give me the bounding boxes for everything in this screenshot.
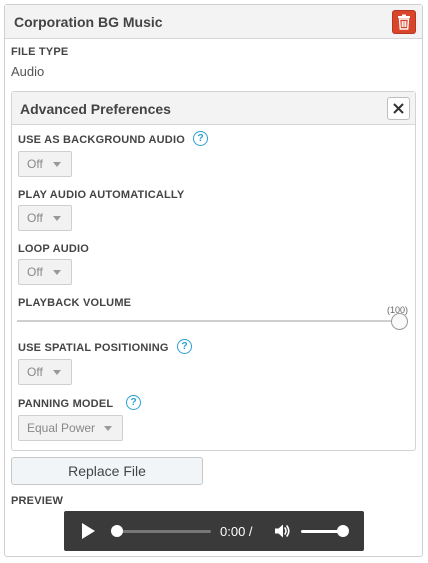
background-audio-select[interactable]: Off: [18, 151, 72, 177]
spatial-positioning-label: USE SPATIAL POSITIONING: [18, 342, 169, 354]
playback-volume-slider-track[interactable]: [17, 320, 401, 322]
volume-icon[interactable]: [273, 522, 291, 540]
spatial-positioning-select-value: Off: [27, 365, 43, 379]
panning-model-label: PANNING MODEL: [18, 398, 114, 410]
playback-volume-label: PLAYBACK VOLUME: [18, 297, 132, 309]
panel-header: Corporation BG Music: [5, 5, 422, 39]
seek-handle[interactable]: [111, 525, 123, 537]
chevron-down-icon: [53, 216, 61, 221]
play-icon[interactable]: [82, 523, 95, 539]
loop-audio-select-value: Off: [27, 265, 43, 279]
chevron-down-icon: [53, 162, 61, 167]
file-type-label: FILE TYPE: [11, 46, 69, 58]
background-audio-select-value: Off: [27, 157, 43, 171]
close-icon: [393, 103, 404, 114]
autoplay-label: PLAY AUDIO AUTOMATICALLY: [18, 189, 185, 201]
file-type-value: Audio: [11, 64, 45, 79]
help-icon[interactable]: ?: [126, 395, 141, 410]
audio-player: 0:00 /: [64, 511, 364, 551]
spatial-positioning-select[interactable]: Off: [18, 359, 72, 385]
autoplay-select-value: Off: [27, 211, 43, 225]
help-icon[interactable]: ?: [177, 339, 192, 354]
chevron-down-icon: [53, 270, 61, 275]
chevron-down-icon: [104, 426, 112, 431]
delete-button[interactable]: [392, 10, 416, 34]
trash-icon: [398, 14, 410, 30]
chevron-down-icon: [53, 370, 61, 375]
background-audio-label: USE AS BACKGROUND AUDIO: [18, 134, 185, 146]
advanced-preferences-header: Advanced Preferences: [12, 92, 415, 125]
help-icon[interactable]: ?: [193, 131, 208, 146]
playback-volume-slider-handle[interactable]: [391, 313, 408, 330]
volume-slider-handle[interactable]: [337, 525, 349, 537]
loop-audio-label: LOOP AUDIO: [18, 243, 90, 255]
panning-model-select[interactable]: Equal Power: [18, 415, 123, 441]
panning-model-select-value: Equal Power: [27, 421, 96, 435]
autoplay-select[interactable]: Off: [18, 205, 72, 231]
advanced-preferences-title: Advanced Preferences: [20, 101, 171, 117]
panel-title: Corporation BG Music: [14, 14, 163, 30]
replace-file-button[interactable]: Replace File: [11, 457, 203, 485]
preview-label: PREVIEW: [11, 495, 64, 507]
playback-time: 0:00 /: [220, 524, 253, 539]
close-advanced-button[interactable]: [387, 97, 410, 120]
loop-audio-select[interactable]: Off: [18, 259, 72, 285]
seek-bar[interactable]: [118, 530, 211, 533]
